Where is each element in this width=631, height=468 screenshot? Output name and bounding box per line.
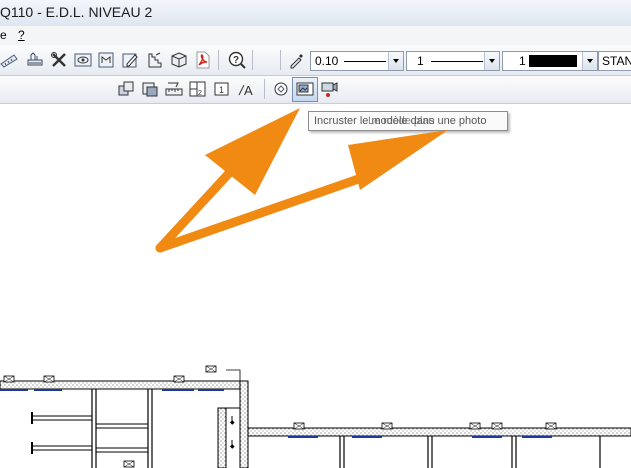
mirror-icon[interactable] [97, 51, 115, 69]
layer-name-value: STAN [602, 54, 631, 68]
copy-icon[interactable] [117, 80, 135, 98]
toolbar-separator [218, 50, 219, 70]
edit-icon[interactable] [121, 51, 139, 69]
chevron-down-icon[interactable] [388, 52, 403, 70]
staircase-icon[interactable] [146, 51, 164, 69]
text-style-icon[interactable]: A [237, 80, 255, 98]
eyedropper-icon[interactable] [288, 51, 306, 69]
layer-select[interactable]: STAN [598, 51, 631, 71]
lens-icon[interactable] [272, 80, 290, 98]
chevron-down-icon[interactable] [582, 52, 597, 70]
measure-icon[interactable] [0, 51, 18, 69]
svg-text:2: 2 [198, 90, 202, 97]
svg-text:A: A [244, 83, 253, 98]
tooltip: Incruster le modèle dans une photo Le mo… [308, 111, 508, 131]
line-type-value: 1 [417, 54, 424, 68]
line-weight-select[interactable]: 0.10 [310, 51, 404, 71]
toolbar-separator [280, 50, 281, 70]
eye-icon[interactable] [74, 51, 92, 69]
toolbar-secondary: 2 1 A [0, 76, 631, 104]
layer-icon[interactable] [141, 80, 159, 98]
tooltip-overlap-text: Le mode plan [368, 115, 435, 127]
toolbar-separator [252, 50, 253, 70]
fence-icon[interactable] [26, 51, 44, 69]
chevron-down-icon[interactable] [484, 52, 499, 70]
menu-item-e[interactable]: e [0, 28, 7, 42]
number-icon[interactable]: 1 [213, 80, 231, 98]
line-type-select[interactable]: 1 [406, 51, 500, 71]
floor-plan-radiators [0, 365, 557, 468]
video-record-icon[interactable] [320, 80, 338, 98]
ruler-icon[interactable] [165, 80, 183, 98]
window-title: Q110 - E.D.L. NIVEAU 2 [0, 4, 153, 20]
svg-text:?: ? [233, 55, 239, 66]
svg-text:◆: ◆ [230, 444, 235, 450]
cube-icon[interactable] [170, 51, 188, 69]
menu-bar: e ? [0, 26, 631, 45]
line-weight-value: 0.10 [315, 54, 339, 68]
color-index-value: 1 [519, 54, 526, 68]
line-type-preview [431, 61, 483, 62]
title-bar: Q110 - E.D.L. NIVEAU 2 [0, 0, 631, 27]
tools-icon[interactable] [50, 51, 68, 69]
floor-plan-walls: ◆ ◆ [0, 369, 631, 468]
help-icon[interactable]: ? [228, 51, 246, 69]
embed-photo-icon [296, 80, 314, 98]
embed-photo-button[interactable] [292, 77, 318, 102]
menu-item-help[interactable]: ? [18, 28, 25, 42]
pdf-icon[interactable] [194, 51, 212, 69]
color-swatch [529, 55, 577, 67]
svg-text:◆: ◆ [230, 420, 235, 426]
toolbar-separator [264, 79, 265, 99]
svg-text:1: 1 [219, 85, 224, 95]
panel-icon[interactable]: 2 [189, 80, 207, 98]
color-select[interactable]: 1 [502, 51, 598, 71]
line-weight-preview [344, 61, 386, 62]
